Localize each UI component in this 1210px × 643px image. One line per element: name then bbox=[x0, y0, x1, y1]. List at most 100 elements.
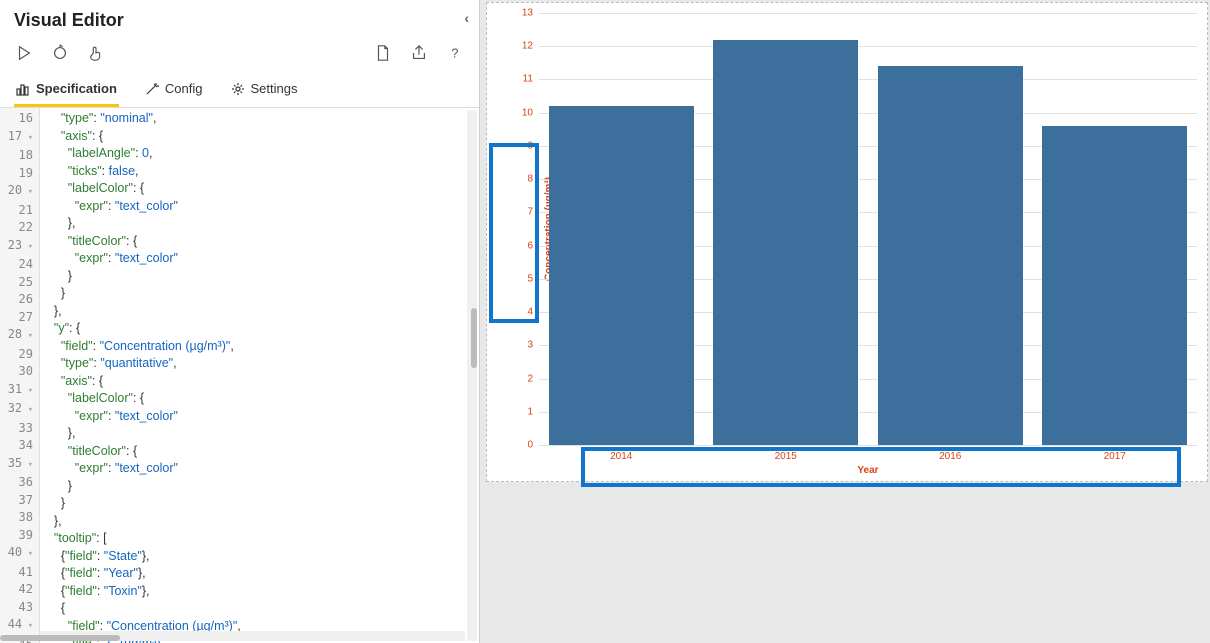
new-file-icon[interactable] bbox=[373, 43, 393, 63]
code-line[interactable]: "axis": { bbox=[40, 128, 479, 146]
tab-spec-label: Specification bbox=[36, 81, 117, 96]
gridline bbox=[539, 445, 1197, 446]
line-number: 20 bbox=[0, 182, 39, 202]
line-number: 17 bbox=[0, 128, 39, 148]
collapse-pane-icon[interactable]: ‹ bbox=[464, 10, 469, 26]
line-gutter: 1617181920212223242526272829303132333435… bbox=[0, 108, 40, 643]
code-line[interactable]: } bbox=[40, 478, 479, 496]
line-number: 43 bbox=[0, 599, 39, 617]
toolbar-right: ? bbox=[373, 43, 465, 63]
code-line[interactable]: "expr": "text_color" bbox=[40, 408, 479, 426]
pane-header: Visual Editor ‹ bbox=[0, 0, 479, 37]
tab-config[interactable]: Config bbox=[143, 73, 205, 107]
plot-area: Concentration (µg/m³) Year 0123456789101… bbox=[539, 13, 1197, 445]
reset-button[interactable] bbox=[50, 43, 70, 63]
code-editor[interactable]: 1617181920212223242526272829303132333435… bbox=[0, 108, 479, 643]
line-number: 24 bbox=[0, 256, 39, 274]
code-line[interactable]: } bbox=[40, 268, 479, 286]
code-line[interactable]: {"field": "Year"}, bbox=[40, 565, 479, 583]
line-number: 26 bbox=[0, 291, 39, 309]
line-number: 28 bbox=[0, 326, 39, 346]
code-line[interactable]: "labelColor": { bbox=[40, 180, 479, 198]
code-line[interactable]: }, bbox=[40, 303, 479, 321]
bar[interactable] bbox=[878, 66, 1023, 445]
chart-icon bbox=[16, 82, 30, 96]
code-line[interactable]: "y": { bbox=[40, 320, 479, 338]
tab-specification[interactable]: Specification bbox=[14, 73, 119, 107]
line-number: 41 bbox=[0, 564, 39, 582]
help-icon[interactable]: ? bbox=[445, 43, 465, 63]
line-number: 27 bbox=[0, 309, 39, 327]
line-number: 21 bbox=[0, 202, 39, 220]
code-line[interactable]: "axis": { bbox=[40, 373, 479, 391]
line-number: 36 bbox=[0, 474, 39, 492]
code-line[interactable]: "expr": "text_color" bbox=[40, 460, 479, 478]
code-line[interactable]: }, bbox=[40, 425, 479, 443]
y-tick-label: 11 bbox=[523, 74, 533, 85]
y-tick-label: 13 bbox=[522, 8, 533, 19]
code-line[interactable]: "titleColor": { bbox=[40, 443, 479, 461]
editor-pane: Visual Editor ‹ bbox=[0, 0, 480, 643]
chart-container: Concentration (µg/m³) Year 0123456789101… bbox=[486, 2, 1208, 482]
tab-settings[interactable]: Settings bbox=[229, 73, 300, 107]
share-icon[interactable] bbox=[409, 43, 429, 63]
code-line[interactable]: {"field": "Toxin"}, bbox=[40, 583, 479, 601]
y-tick-label: 0 bbox=[527, 440, 533, 451]
line-number: 38 bbox=[0, 509, 39, 527]
y-tick-label: 12 bbox=[522, 41, 533, 52]
code-line[interactable]: "titleColor": { bbox=[40, 233, 479, 251]
code-line[interactable]: } bbox=[40, 285, 479, 303]
code-line[interactable]: "type": "quantitative", bbox=[40, 355, 479, 373]
line-number: 31 bbox=[0, 381, 39, 401]
highlight-box-y-axis bbox=[489, 143, 539, 323]
code-line[interactable]: "tooltip": [ bbox=[40, 530, 479, 548]
code-line[interactable]: } bbox=[40, 495, 479, 513]
line-number: 18 bbox=[0, 147, 39, 165]
code-line[interactable]: { bbox=[40, 600, 479, 618]
y-tick-label: 3 bbox=[527, 340, 533, 351]
line-number: 33 bbox=[0, 420, 39, 438]
line-number: 25 bbox=[0, 274, 39, 292]
bar[interactable] bbox=[1042, 126, 1187, 445]
tab-settings-label: Settings bbox=[251, 81, 298, 96]
gear-icon bbox=[231, 82, 245, 96]
run-button[interactable] bbox=[14, 43, 34, 63]
code-line[interactable]: "expr": "text_color" bbox=[40, 198, 479, 216]
line-number: 16 bbox=[0, 110, 39, 128]
tab-bar: Specification Config Settings bbox=[0, 73, 479, 108]
vertical-scrollbar[interactable] bbox=[467, 110, 477, 641]
code-line[interactable]: "ticks": false, bbox=[40, 163, 479, 181]
vertical-scroll-thumb[interactable] bbox=[471, 308, 477, 368]
code-line[interactable]: }, bbox=[40, 513, 479, 531]
code-line[interactable]: }, bbox=[40, 215, 479, 233]
toolbar-left bbox=[14, 43, 106, 63]
code-line[interactable]: "labelColor": { bbox=[40, 390, 479, 408]
touch-button[interactable] bbox=[86, 43, 106, 63]
page-title: Visual Editor bbox=[14, 10, 124, 30]
svg-text:?: ? bbox=[451, 47, 458, 61]
code-content[interactable]: "type": "nominal", "axis": { "labelAngle… bbox=[40, 108, 479, 643]
line-number: 30 bbox=[0, 363, 39, 381]
bar[interactable] bbox=[549, 106, 694, 445]
y-tick-label: 1 bbox=[527, 406, 533, 417]
app-root: Visual Editor ‹ bbox=[0, 0, 1210, 643]
code-line[interactable]: "field": "Concentration (µg/m³)", bbox=[40, 338, 479, 356]
gridline bbox=[539, 13, 1197, 14]
line-number: 19 bbox=[0, 165, 39, 183]
toolbar: ? bbox=[0, 37, 479, 73]
line-number: 39 bbox=[0, 527, 39, 545]
preview-pane: Concentration (µg/m³) Year 0123456789101… bbox=[480, 0, 1210, 643]
y-tick-label: 10 bbox=[522, 107, 533, 118]
code-line[interactable]: {"field": "State"}, bbox=[40, 548, 479, 566]
horizontal-scroll-thumb[interactable] bbox=[0, 635, 120, 641]
line-number: 37 bbox=[0, 492, 39, 510]
code-line[interactable]: "labelAngle": 0, bbox=[40, 145, 479, 163]
wand-icon bbox=[145, 82, 159, 96]
highlight-box-x-axis bbox=[581, 447, 1181, 487]
line-number: 42 bbox=[0, 581, 39, 599]
code-line[interactable]: "expr": "text_color" bbox=[40, 250, 479, 268]
line-number: 23 bbox=[0, 237, 39, 257]
bar[interactable] bbox=[713, 40, 858, 445]
code-line[interactable]: "type": "nominal", bbox=[40, 110, 479, 128]
line-number: 35 bbox=[0, 455, 39, 475]
